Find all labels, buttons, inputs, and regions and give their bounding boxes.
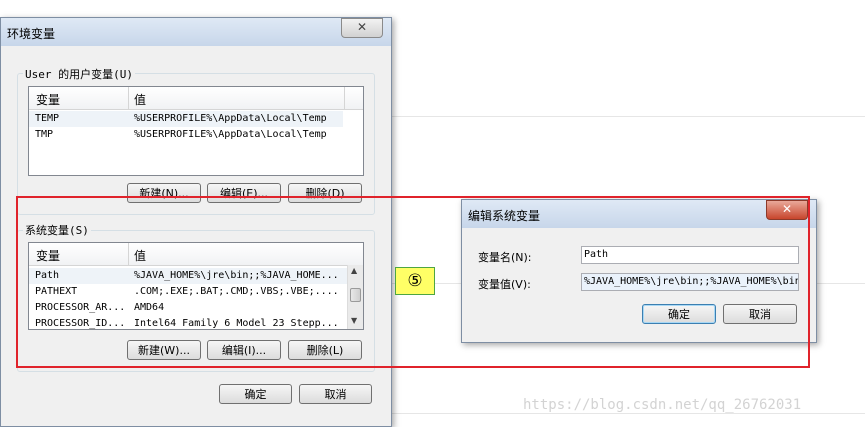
close-icon: ✕	[356, 20, 368, 34]
list-row[interactable]: TEMP %USERPROFILE%\AppData\Local\Temp	[29, 111, 343, 127]
user-variables-list[interactable]: 变量 值 TEMP %USERPROFILE%\AppData\Local\Te…	[28, 86, 364, 176]
dialog-title: 环境变量	[7, 27, 56, 41]
list-row[interactable]: TMP %USERPROFILE%\AppData\Local\Temp	[29, 127, 343, 143]
watermark: https://blog.csdn.net/qq_26762031	[523, 397, 802, 413]
user-variables-label: User 的用户变量(U)	[23, 66, 135, 82]
title-bar: 环境变量 ✕	[1, 18, 391, 46]
variable-name: TMP	[35, 129, 54, 140]
column-header-value[interactable]: 值	[134, 91, 146, 108]
column-header-variable[interactable]: 变量	[36, 91, 60, 108]
step-marker: ⑤	[395, 267, 435, 295]
variable-value: %USERPROFILE%\AppData\Local\Temp	[134, 113, 327, 124]
cancel-button[interactable]: 取消	[299, 384, 372, 404]
background-line	[392, 116, 865, 117]
list-header: 变量 值	[29, 87, 363, 110]
ok-button[interactable]: 确定	[219, 384, 292, 404]
variable-value: %USERPROFILE%\AppData\Local\Temp	[134, 129, 327, 140]
background-line	[392, 413, 865, 414]
close-button[interactable]: ✕	[341, 18, 383, 38]
variable-name: TEMP	[35, 113, 60, 124]
